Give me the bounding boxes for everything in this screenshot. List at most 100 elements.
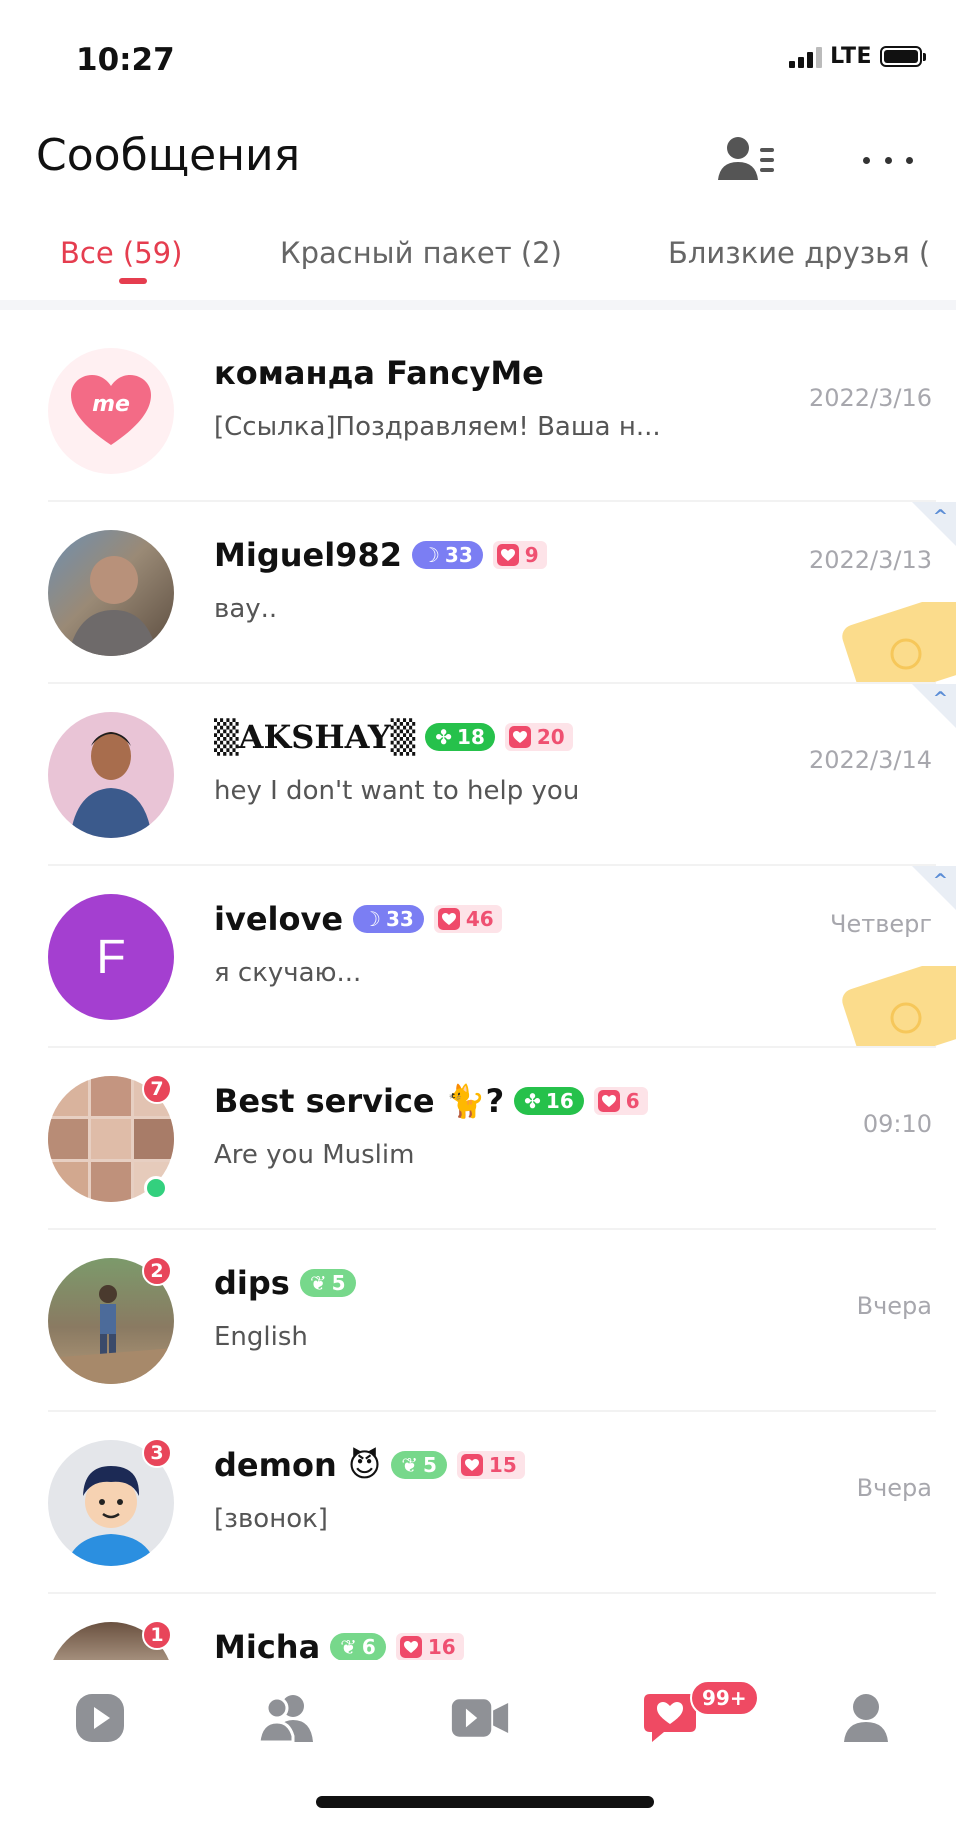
clover-icon: ✤ bbox=[435, 725, 453, 749]
avatar-wrap: 2 bbox=[48, 1256, 174, 1384]
unread-badge: 1 bbox=[142, 1620, 172, 1650]
more-dot-icon bbox=[884, 156, 892, 164]
video-icon bbox=[451, 1699, 509, 1737]
phone-screen: 10:27 LTE Сообщения Все (59) Красный пак… bbox=[0, 0, 956, 1841]
list-item[interactable]: ^ F ivelove ☽ 33 46 я скучаю... Четверг bbox=[0, 866, 956, 1048]
message-preview: я скучаю... bbox=[214, 958, 362, 988]
message-date: Вчера bbox=[856, 1292, 932, 1320]
contacts-list-button[interactable] bbox=[718, 134, 780, 184]
level-badge: ❦ 5 bbox=[299, 1269, 356, 1297]
unread-badge: 3 bbox=[142, 1438, 172, 1468]
list-item[interactable]: 7 Best service 🐈? ✤ 16 6 Are you Muslim 0… bbox=[0, 1048, 956, 1230]
name-line: demon 😈 ❦ 5 15 bbox=[214, 1446, 525, 1484]
pinned-chevron-icon: ^ bbox=[932, 506, 948, 527]
name-line: dips ❦ 5 bbox=[214, 1264, 356, 1302]
heart-icon bbox=[399, 1636, 422, 1658]
more-options-button[interactable] bbox=[858, 140, 918, 180]
level-badge: ✤ 18 bbox=[425, 723, 495, 751]
avatar: F bbox=[48, 894, 174, 1020]
contact-name: ivelove bbox=[214, 900, 344, 938]
nav-friends[interactable] bbox=[258, 1688, 318, 1748]
message-date: Четверг bbox=[830, 910, 932, 938]
list-item[interactable]: ^ ▒AKSHAY▒ ✤ 18 20 hey I don't want to he… bbox=[0, 684, 956, 866]
sprout-icon: ❦ bbox=[309, 1271, 327, 1295]
tab-red-packet[interactable]: Красный пакет (2) bbox=[280, 236, 562, 270]
bottom-nav: 99+ bbox=[0, 1660, 956, 1770]
network-label: LTE bbox=[830, 44, 872, 69]
heart-icon bbox=[597, 1090, 620, 1112]
list-item[interactable]: 3 demon 😈 ❦ 5 15 [звонок] Вчера bbox=[0, 1412, 956, 1594]
signal-icon bbox=[789, 46, 823, 68]
avatar bbox=[48, 530, 174, 656]
list-item[interactable]: me команда FancyMe [Ссылка]Поздравляем! … bbox=[0, 320, 956, 502]
message-preview: [звонок] bbox=[214, 1504, 328, 1534]
level-badge: ☽ 33 bbox=[353, 905, 424, 933]
person-photo-icon bbox=[68, 556, 158, 656]
name-line: ivelove ☽ 33 46 bbox=[214, 900, 502, 938]
battery-icon bbox=[880, 46, 926, 67]
profile-icon bbox=[844, 1694, 888, 1742]
list-item[interactable]: ^ Miguel982 ☽ 33 9 вау.. 2022/3/13 bbox=[0, 502, 956, 684]
more-dot-icon bbox=[906, 156, 913, 164]
red-envelope-icon[interactable] bbox=[836, 966, 956, 1046]
play-icon bbox=[76, 1694, 124, 1742]
friends-icon bbox=[259, 1695, 313, 1744]
message-preview: hey I don't want to help you bbox=[214, 776, 580, 806]
name-line: Micha ❦ 6 16 bbox=[214, 1628, 464, 1660]
clover-icon: ✤ bbox=[524, 1089, 541, 1113]
messages-count-badge: 99+ bbox=[690, 1680, 759, 1716]
avatar-letter: F bbox=[96, 930, 126, 984]
avatar-wrap: 7 bbox=[48, 1074, 174, 1202]
intimacy-badge: 15 bbox=[456, 1451, 525, 1479]
contact-name: dips bbox=[214, 1264, 290, 1302]
message-date: 2022/3/16 bbox=[808, 384, 932, 412]
home-indicator[interactable] bbox=[316, 1796, 654, 1808]
message-preview: [Ссылка]Поздравляем! Ваша н... bbox=[214, 412, 661, 442]
nav-profile[interactable] bbox=[836, 1688, 896, 1748]
more-dot-icon bbox=[863, 156, 870, 164]
unread-badge: 7 bbox=[142, 1074, 172, 1104]
heart-icon bbox=[437, 908, 460, 930]
avatar-wrap: 3 bbox=[48, 1438, 174, 1566]
tab-close-friends[interactable]: Близкие друзья ( bbox=[668, 236, 930, 270]
moon-icon: ☽ bbox=[363, 907, 381, 931]
fancyme-logo-icon: me bbox=[71, 375, 151, 445]
name-line: Miguel982 ☽ 33 9 bbox=[214, 536, 547, 574]
name-line: ▒AKSHAY▒ ✤ 18 20 bbox=[214, 718, 573, 756]
red-envelope-icon[interactable] bbox=[836, 602, 956, 682]
intimacy-badge: 9 bbox=[492, 541, 547, 569]
message-date: 2022/3/14 bbox=[808, 746, 932, 774]
unread-badge: 2 bbox=[142, 1256, 172, 1286]
name-line: Best service 🐈? ✤ 16 6 bbox=[214, 1082, 648, 1120]
sprout-icon: ❦ bbox=[401, 1453, 418, 1477]
status-indicators: LTE bbox=[789, 44, 926, 69]
online-indicator bbox=[144, 1176, 168, 1200]
intimacy-badge: 16 bbox=[395, 1633, 464, 1660]
level-badge: ☽ 33 bbox=[411, 541, 483, 569]
heart-icon bbox=[496, 544, 519, 566]
intimacy-badge: 20 bbox=[504, 723, 573, 751]
nav-play[interactable] bbox=[70, 1688, 130, 1748]
level-badge: ❦ 5 bbox=[391, 1451, 447, 1479]
nav-video[interactable] bbox=[450, 1688, 510, 1748]
contacts-list-icon bbox=[718, 137, 774, 180]
level-badge: ❦ 6 bbox=[330, 1633, 386, 1660]
contact-name: demon 😈 bbox=[214, 1446, 382, 1484]
fancyme-avatar: me bbox=[48, 348, 174, 474]
status-bar: 10:27 LTE bbox=[0, 0, 956, 120]
tab-all[interactable]: Все (59) bbox=[60, 236, 182, 270]
heart-icon bbox=[508, 726, 531, 748]
divider bbox=[0, 300, 956, 310]
level-badge: ✤ 16 bbox=[514, 1087, 584, 1115]
list-item[interactable]: 1 Micha ❦ 6 16 bbox=[0, 1594, 956, 1660]
contact-name: ▒AKSHAY▒ bbox=[214, 718, 416, 756]
active-tab-indicator bbox=[119, 278, 147, 284]
message-date: 2022/3/13 bbox=[808, 546, 932, 574]
pinned-chevron-icon: ^ bbox=[932, 688, 948, 709]
intimacy-badge: 6 bbox=[593, 1087, 648, 1115]
intimacy-badge: 46 bbox=[433, 905, 502, 933]
message-preview: вау.. bbox=[214, 594, 278, 624]
contact-name: команда FancyMe bbox=[214, 354, 544, 392]
status-time: 10:27 bbox=[76, 42, 175, 78]
list-item[interactable]: 2 dips ❦ 5 English Вчера bbox=[0, 1230, 956, 1412]
